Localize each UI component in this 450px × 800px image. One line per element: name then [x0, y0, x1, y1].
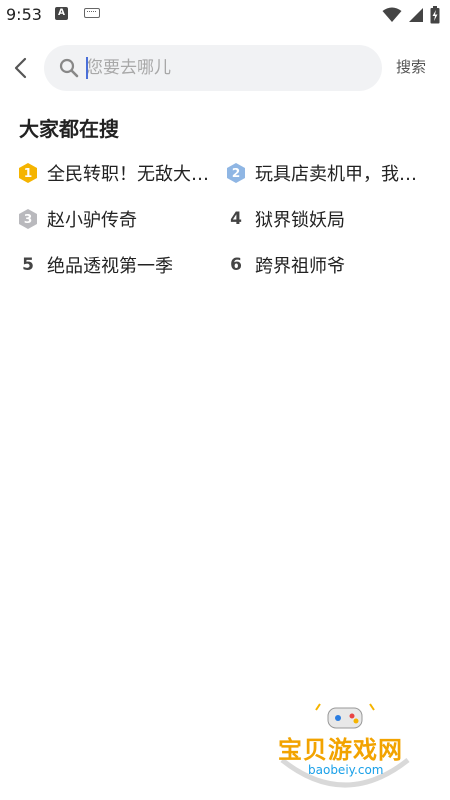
status-bar: 9:53 A	[0, 0, 450, 30]
search-button[interactable]: 搜索	[396, 56, 426, 77]
rank-badge-bronze-icon: 3	[17, 208, 39, 230]
chevron-left-icon	[14, 57, 27, 79]
watermark-name: 宝贝游戏网	[278, 736, 403, 764]
signal-icon	[409, 8, 423, 22]
wifi-icon	[382, 7, 402, 22]
watermark-logo: 宝贝游戏网 baobeiy.com	[270, 700, 420, 795]
battery-charging-icon	[430, 6, 440, 24]
hot-search-label: 赵小驴传奇	[47, 210, 137, 231]
rank-number: 4	[230, 209, 242, 229]
hot-search-label: 绝品透视第一季	[47, 256, 173, 277]
search-input[interactable]	[86, 53, 366, 83]
back-button[interactable]	[8, 54, 36, 82]
status-icons	[382, 6, 440, 24]
search-row: 搜索	[0, 44, 450, 92]
text-caret	[86, 57, 88, 79]
android-app-icon: A	[55, 7, 68, 20]
rank-badge-silver-icon: 2	[225, 162, 247, 184]
search-screen: 9:53 A 您要去哪儿 搜索 大家都在搜 1 全民转职！无敌大… 2 玩具店卖…	[0, 0, 450, 800]
hot-search-item-6[interactable]: 6 跨界祖师爷	[225, 242, 425, 288]
watermark-url: baobeiy.com	[308, 763, 384, 777]
hot-search-item-1[interactable]: 1 全民转职！无敌大…	[17, 150, 217, 196]
search-box[interactable]	[44, 45, 382, 91]
hot-search-item-4[interactable]: 4 狱界锁妖局	[225, 196, 425, 242]
keyboard-icon	[84, 8, 100, 18]
hot-search-title: 大家都在搜	[19, 117, 119, 141]
hot-search-item-5[interactable]: 5 绝品透视第一季	[17, 242, 217, 288]
hot-search-label: 玩具店卖机甲，我…	[255, 164, 417, 185]
hot-search-label: 跨界祖师爷	[255, 256, 345, 277]
hot-search-item-3[interactable]: 3 赵小驴传奇	[17, 196, 217, 242]
hot-search-label: 全民转职！无敌大…	[47, 164, 209, 185]
rank-number: 6	[230, 255, 242, 275]
status-time: 9:53	[6, 5, 42, 24]
rank-number: 5	[22, 255, 34, 275]
search-icon	[59, 58, 79, 78]
hot-search-item-2[interactable]: 2 玩具店卖机甲，我…	[225, 150, 425, 196]
hot-search-label: 狱界锁妖局	[255, 210, 345, 231]
rank-badge-gold-icon: 1	[17, 162, 39, 184]
